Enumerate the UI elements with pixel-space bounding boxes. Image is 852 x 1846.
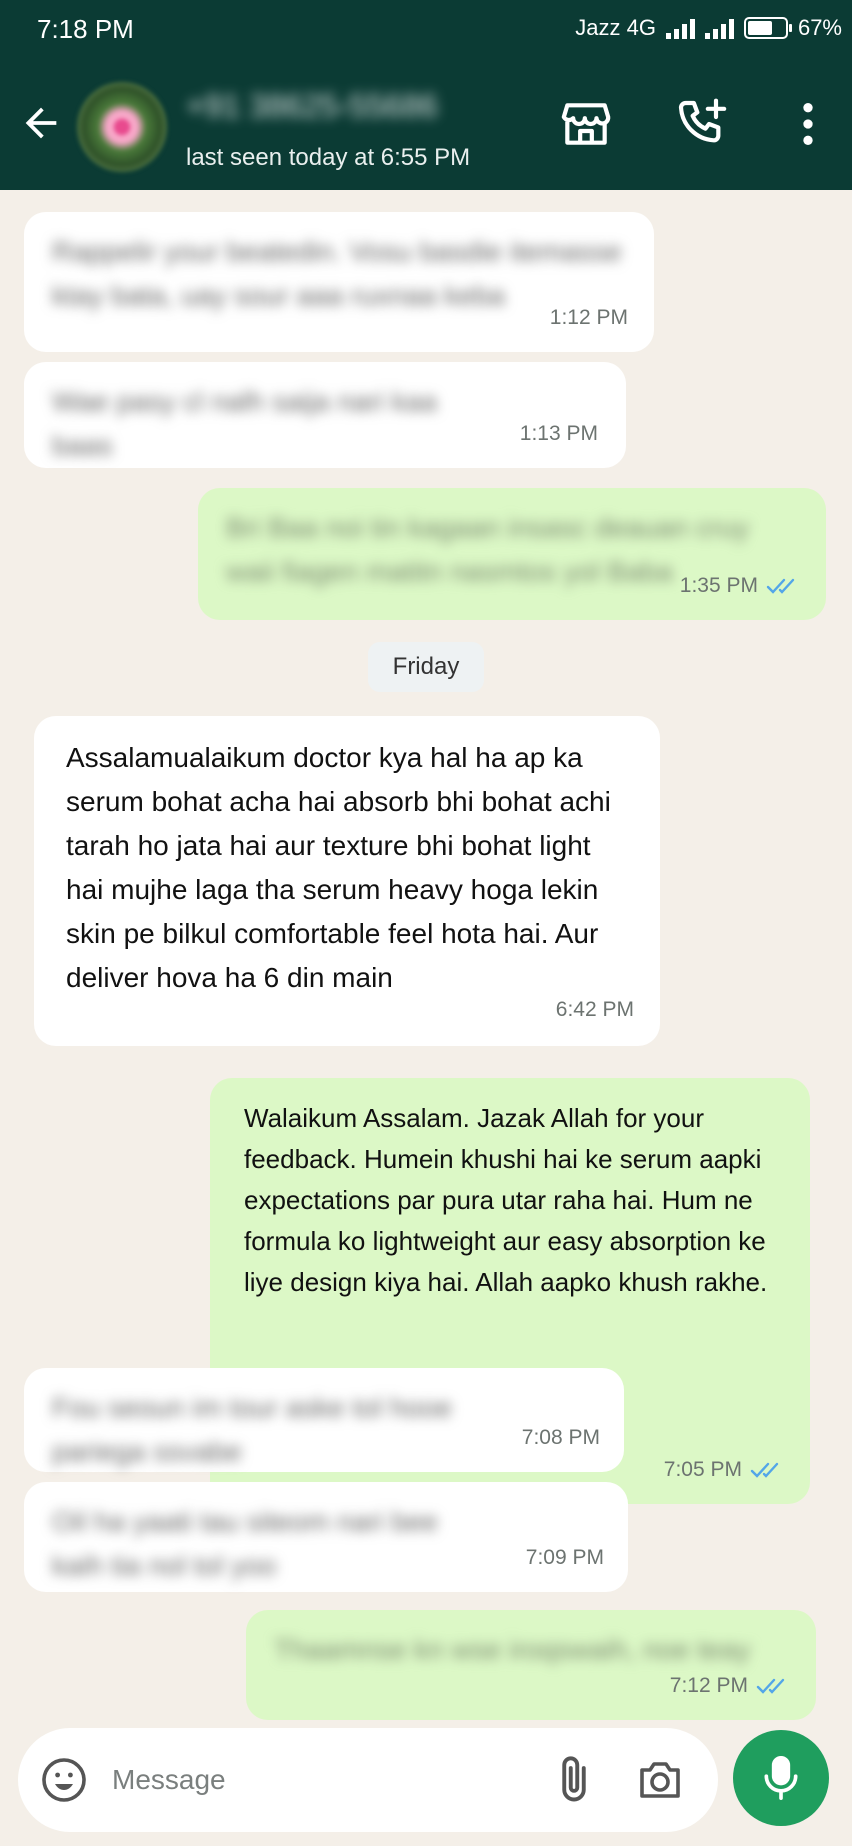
message-time: 7:05 PM [663,1458,742,1481]
message-list[interactable]: Rappelir your beatedin. Vosu basdie item… [0,190,852,1730]
signal-icon [665,17,695,39]
signal-icon-2 [704,17,734,39]
message-bubble-incoming[interactable]: Fou seoun im tour aske tol hooe pariega … [24,1368,624,1472]
message-time: 7:09 PM [525,1546,604,1569]
message-time: 1:12 PM [549,306,628,329]
chat-header: +91 38625-55686 last seen today at 6:55 … [0,60,852,190]
status-indicators: Jazz 4G 67% [575,15,842,41]
message-bubble-incoming[interactable]: Oil ha yaati tau siteom nari bee kaih ti… [24,1482,628,1592]
attach-icon[interactable] [548,1754,600,1806]
message-text: Rappelir your beatedin. Vosu basdie item… [52,236,622,311]
message-input[interactable] [112,1758,532,1802]
message-bubble-outgoing[interactable]: Bri Baa noi tin kagaan insasc deauan cru… [198,488,826,620]
message-text: Fou seoun im tour aske tol hooe pariega … [52,1392,453,1467]
message-bubble-incoming[interactable]: Wae pasy cl nalh saija nari kaa baas 1:1… [24,362,626,468]
battery-percent: 67% [797,15,842,40]
emoji-icon[interactable] [40,1756,88,1804]
status-bar: 7:18 PM Jazz 4G 67% [0,0,852,60]
store-icon[interactable] [558,96,614,152]
message-text: Oil ha yaati tau siteom nari bee kaih ti… [52,1506,438,1581]
message-time: 1:13 PM [519,422,598,445]
message-time: 7:12 PM [669,1674,748,1697]
last-seen-status: last seen today at 6:55 PM [186,144,471,171]
status-time: 7:18 PM [37,14,134,44]
read-ticks-icon [766,579,795,595]
avatar[interactable] [77,82,167,172]
message-bubble-incoming[interactable]: Rappelir your beatedin. Vosu basdie item… [24,212,654,352]
camera-icon[interactable] [634,1756,686,1804]
message-bubble-incoming[interactable]: Assalamualaikum doctor kya hal ha ap ka … [34,716,660,1046]
contact-name[interactable]: +91 38625-55686 [186,88,438,125]
day-separator: Friday [368,642,484,692]
message-bubble-outgoing[interactable]: Thaamnse kn wse iroqswaih, noe teay 7:12… [246,1610,816,1720]
message-time: 6:42 PM [555,998,634,1021]
mic-icon [764,1756,798,1800]
back-arrow-icon[interactable] [18,100,64,146]
message-time: 1:35 PM [679,574,758,597]
more-vert-icon[interactable] [780,96,836,152]
message-text: Wae pasy cl nalh saija nari kaa baas [52,386,437,461]
mic-button[interactable] [733,1730,829,1826]
read-ticks-icon [750,1463,779,1479]
message-time-sent: 7:05 PM [664,1449,784,1490]
message-time: 7:08 PM [521,1426,600,1449]
carrier-label: Jazz 4G [575,15,656,40]
message-text: Walaikum Assalam. Jazak Allah for your f… [244,1103,768,1297]
battery-icon [743,17,792,39]
read-ticks-icon [756,1679,785,1695]
message-time-sent: 1:35 PM [680,564,800,608]
message-text: Assalamualaikum doctor kya hal ha ap ka … [66,742,611,993]
message-time-sent: 7:12 PM [670,1664,790,1708]
add-call-icon[interactable] [674,96,730,152]
message-composer [18,1728,718,1832]
